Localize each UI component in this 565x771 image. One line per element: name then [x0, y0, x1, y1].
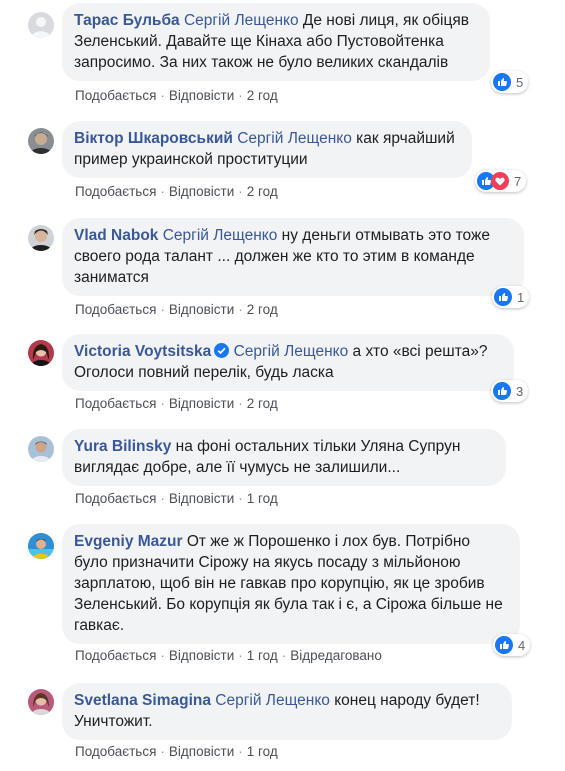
- reactions-count[interactable]: 3: [491, 380, 529, 402]
- reactions-count[interactable]: 1: [492, 286, 530, 308]
- separator: ·: [238, 302, 243, 317]
- comment-bubble: Тарас Бульба Сергій Лещенко Де нові лиця…: [62, 3, 490, 81]
- like-icon: [494, 288, 512, 306]
- like-link[interactable]: Подобається: [75, 396, 156, 411]
- timestamp[interactable]: 1 год: [247, 744, 278, 759]
- timestamp[interactable]: 2 год: [247, 184, 278, 199]
- comment-author[interactable]: Victoria Voytsitska: [74, 343, 211, 360]
- reply-link[interactable]: Відповісти: [169, 491, 234, 506]
- like-icon: [495, 636, 513, 654]
- comment-bubble: Evgeniy Mazur От же ж Порошенко і лох бу…: [62, 524, 520, 644]
- reply-link[interactable]: Відповісти: [169, 744, 234, 759]
- tagged-user[interactable]: Сергій Лещенко: [163, 227, 278, 244]
- reply-link[interactable]: Відповісти: [169, 396, 234, 411]
- comment-author[interactable]: Тарас Бульба: [74, 12, 180, 29]
- separator: ·: [160, 396, 165, 411]
- avatar[interactable]: [28, 533, 54, 559]
- reply-link[interactable]: Відповісти: [169, 302, 234, 317]
- comment-actions: Подобається · Відповісти · 1 год · Відредагова…: [75, 648, 382, 663]
- tagged-user[interactable]: Сергій Лещенко: [234, 343, 349, 360]
- timestamp[interactable]: 2 год: [247, 396, 278, 411]
- comment-author[interactable]: Yura Bilinsky: [74, 438, 171, 455]
- avatar[interactable]: [28, 689, 54, 715]
- comment-author[interactable]: Віктор Шкаровський: [74, 130, 233, 147]
- separator: ·: [281, 648, 287, 663]
- like-link[interactable]: Подобається: [75, 744, 156, 759]
- comment-actions: Подобається · Відповісти · 2 год: [75, 396, 278, 411]
- edited-label[interactable]: Відредаговано: [290, 648, 382, 663]
- reaction-number: 5: [516, 74, 524, 90]
- like-link[interactable]: Подобається: [75, 302, 156, 317]
- separator: ·: [238, 491, 243, 506]
- separator: ·: [160, 302, 165, 317]
- reaction-number: 1: [517, 289, 525, 305]
- tagged-user[interactable]: Сергій Лещенко: [184, 12, 299, 29]
- comment-actions: Подобається · Відповісти · 2 год: [75, 88, 278, 103]
- like-link[interactable]: Подобається: [75, 648, 156, 663]
- separator: ·: [160, 88, 165, 103]
- separator: ·: [160, 184, 165, 199]
- comment-bubble: Svetlana Simagina Сергій Лещенко конец н…: [62, 683, 512, 740]
- comment-bubble: Victoria Voytsitska Сергій Лещенко а хто…: [62, 334, 514, 391]
- like-link[interactable]: Подобається: [75, 491, 156, 506]
- like-link[interactable]: Подобається: [75, 184, 156, 199]
- like-icon: [493, 73, 511, 91]
- like-icon: [493, 382, 511, 400]
- avatar[interactable]: [28, 128, 54, 154]
- timestamp[interactable]: 1 год: [247, 491, 278, 506]
- separator: ·: [160, 491, 165, 506]
- verified-badge-icon: [214, 343, 230, 358]
- tagged-user[interactable]: Сергій Лещенко: [215, 692, 330, 709]
- tagged-user[interactable]: Сергій Лещенко: [237, 130, 352, 147]
- comment-bubble: Віктор Шкаровський Сергій Лещенко как яр…: [62, 121, 472, 178]
- avatar[interactable]: [28, 225, 54, 251]
- reaction-number: 7: [514, 173, 522, 189]
- comment-author[interactable]: Evgeniy Mazur: [74, 533, 183, 550]
- separator: ·: [238, 648, 243, 663]
- comment-actions: Подобається · Відповісти · 1 год: [75, 744, 278, 759]
- reaction-number: 4: [518, 637, 526, 653]
- comment-actions: Подобається · Відповісти · 1 год: [75, 491, 278, 506]
- comment-author[interactable]: Svetlana Simagina: [74, 692, 211, 709]
- comment-bubble: Yura Bilinsky на фоні остальних тільки У…: [62, 429, 506, 486]
- avatar[interactable]: [28, 12, 54, 38]
- timestamp[interactable]: 2 год: [247, 302, 278, 317]
- avatar[interactable]: [28, 340, 54, 366]
- reaction-number: 3: [516, 383, 524, 399]
- reply-link[interactable]: Відповісти: [169, 648, 234, 663]
- comment-author[interactable]: Vlad Nabok: [74, 227, 158, 244]
- comment-bubble: Vlad Nabok Сергій Лещенко ну деньги отмы…: [62, 218, 524, 296]
- separator: ·: [238, 184, 243, 199]
- reactions-count[interactable]: 4: [493, 634, 531, 656]
- reactions-count[interactable]: 5: [491, 71, 529, 93]
- like-link[interactable]: Подобається: [75, 88, 156, 103]
- comment-actions: Подобається · Відповісти · 2 год: [75, 302, 278, 317]
- timestamp[interactable]: 2 год: [247, 88, 278, 103]
- reactions-count[interactable]: 7: [475, 170, 527, 192]
- comment-actions: Подобається · Відповісти · 2 год: [75, 184, 278, 199]
- reply-link[interactable]: Відповісти: [169, 88, 234, 103]
- separator: ·: [160, 744, 165, 759]
- separator: ·: [160, 648, 165, 663]
- reply-link[interactable]: Відповісти: [169, 184, 234, 199]
- separator: ·: [238, 88, 243, 103]
- timestamp[interactable]: 1 год: [247, 648, 278, 663]
- avatar[interactable]: [28, 436, 54, 462]
- separator: ·: [238, 744, 243, 759]
- heart-icon: [491, 172, 509, 190]
- separator: ·: [238, 396, 243, 411]
